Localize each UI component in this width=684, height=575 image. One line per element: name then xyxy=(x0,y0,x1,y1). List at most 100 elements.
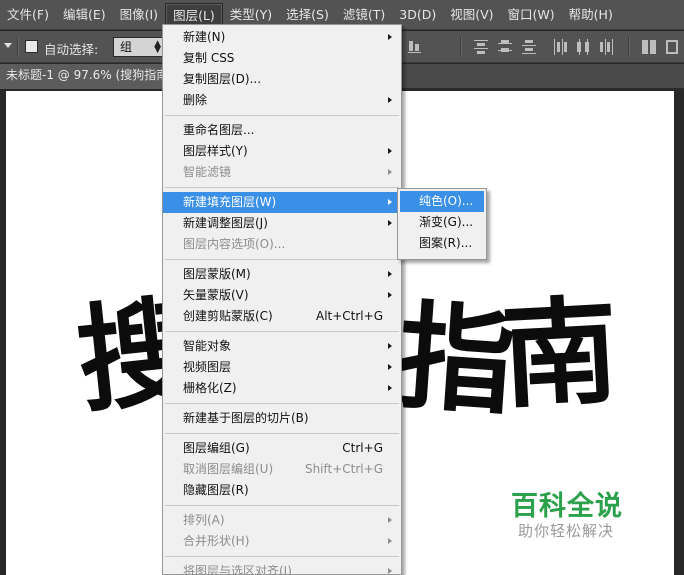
layer-menu-item: 取消图层编组(U) Shift+Ctrl+G xyxy=(163,459,401,480)
layer-menu-item-label: 智能滤镜 xyxy=(183,165,232,179)
menu-separator xyxy=(163,327,401,336)
layer-menu-item[interactable]: 新建(N) xyxy=(163,27,401,48)
layer-menu-item-label: 复制 CSS xyxy=(183,51,235,65)
options-separator xyxy=(17,37,18,57)
layer-menu-item-shortcut: Alt+Ctrl+G xyxy=(315,309,383,323)
submenu-arrow-icon xyxy=(388,364,392,370)
layer-menu-item-shortcut: Ctrl+G xyxy=(342,441,383,455)
layer-menu-item[interactable]: 视频图层 xyxy=(163,357,401,378)
menu-filter[interactable]: 滤镜(T) xyxy=(336,3,392,27)
layer-menu-item-label: 图层样式(Y) xyxy=(183,144,248,158)
layer-menu-item[interactable]: 新建填充图层(W) xyxy=(163,192,401,213)
menu-type[interactable]: 类型(Y) xyxy=(223,3,279,27)
submenu-arrow-icon xyxy=(388,169,392,175)
distribute-vcenter-icon[interactable] xyxy=(498,39,512,55)
layer-menu-item[interactable]: 栅格化(Z) xyxy=(163,378,401,399)
tool-preset-dropdown-icon[interactable] xyxy=(4,43,12,48)
auto-select-target-select[interactable]: 组 ▲ ▼ xyxy=(113,37,165,57)
auto-select-checkbox[interactable] xyxy=(25,40,38,53)
transform-controls-icon[interactable] xyxy=(666,39,680,55)
layer-menu-item: 将图层与选区对齐(I) xyxy=(163,561,401,575)
submenu-arrow-icon xyxy=(388,34,392,40)
canvas-char-nan: 南 xyxy=(498,284,622,425)
watermark-title: 百科全说 xyxy=(511,491,623,522)
options-separator xyxy=(460,37,461,57)
submenu-arrow-icon xyxy=(388,271,392,277)
menu-separator xyxy=(163,255,401,264)
menu-layer[interactable]: 图层(L) xyxy=(165,2,223,27)
layer-menu-item[interactable]: 图层编组(G) Ctrl+G xyxy=(163,438,401,459)
submenu-arrow-icon xyxy=(388,517,392,523)
align-bottom-icon[interactable] xyxy=(408,39,422,55)
layer-menu-item-label: 图层编组(G) xyxy=(183,441,250,455)
submenu-arrow-icon xyxy=(388,343,392,349)
auto-select-target-value: 组 xyxy=(120,40,133,54)
layer-menu-item[interactable]: 创建剪贴蒙版(C) Alt+Ctrl+G xyxy=(163,306,401,327)
layer-menu-item-label: 视频图层 xyxy=(183,360,232,374)
submenu-arrow-icon xyxy=(388,148,392,154)
fill-layer-submenu: 纯色(O)... 渐变(G)... 图案(R)... xyxy=(397,188,487,260)
menu-view[interactable]: 视图(V) xyxy=(443,3,500,27)
layer-menu-item: 图层内容选项(O)... xyxy=(163,234,401,255)
submenu-arrow-icon xyxy=(388,292,392,298)
menu-edit[interactable]: 编辑(E) xyxy=(56,3,113,27)
layer-menu-item[interactable]: 新建基于图层的切片(B) xyxy=(163,408,401,429)
auto-select-label: 自动选择: xyxy=(44,42,99,57)
menu-image[interactable]: 图像(I) xyxy=(113,3,165,27)
chevron-updown-icon: ▲ ▼ xyxy=(154,39,161,55)
layer-menu-item-label: 复制图层(D)... xyxy=(183,72,262,86)
layer-menu-item[interactable]: 复制图层(D)... xyxy=(163,69,401,90)
layer-menu-item-label: 新建基于图层的切片(B) xyxy=(183,411,309,425)
layer-menu-item-label: 栅格化(Z) xyxy=(183,381,237,395)
menu-help[interactable]: 帮助(H) xyxy=(562,3,620,27)
layer-menu-item[interactable]: 矢量蒙版(V) xyxy=(163,285,401,306)
options-separator xyxy=(628,37,629,57)
layer-menu-item-label: 合并形状(H) xyxy=(183,534,250,548)
layer-menu-item-shortcut: Shift+Ctrl+G xyxy=(304,462,383,476)
layer-menu-item-label: 新建调整图层(J) xyxy=(183,216,268,230)
layer-menu-item-label: 删除 xyxy=(183,93,208,107)
submenu-arrow-icon xyxy=(388,385,392,391)
menu-separator xyxy=(163,111,401,120)
layer-menu-item-label: 新建(N) xyxy=(183,30,226,44)
submenu-arrow-icon xyxy=(388,568,392,574)
layer-menu-item[interactable]: 图层样式(Y) xyxy=(163,141,401,162)
auto-align-layers-icon[interactable] xyxy=(642,39,656,55)
menu-select[interactable]: 选择(S) xyxy=(279,3,336,27)
distribute-left-icon[interactable] xyxy=(553,39,567,55)
layer-menu-item[interactable]: 重命名图层... xyxy=(163,120,401,141)
layer-menu-item-label: 矢量蒙版(V) xyxy=(183,288,249,302)
layer-menu: 新建(N) 复制 CSS 复制图层(D)... 删除重命名图层... 图层样式(Y) 智能… xyxy=(162,24,402,575)
layer-menu-item[interactable]: 删除 xyxy=(163,90,401,111)
layer-menu-item[interactable]: 智能对象 xyxy=(163,336,401,357)
layer-menu-item[interactable]: 复制 CSS xyxy=(163,48,401,69)
menu-file[interactable]: 文件(F) xyxy=(0,3,56,27)
fill-layer-submenu-item[interactable]: 渐变(G)... xyxy=(400,212,484,233)
menu-separator xyxy=(163,183,401,192)
layer-menu-item-label: 图层内容选项(O)... xyxy=(183,237,286,251)
menu-3d[interactable]: 3D(D) xyxy=(392,3,443,27)
distribute-top-icon[interactable] xyxy=(474,39,488,55)
menu-separator xyxy=(163,429,401,438)
fill-layer-submenu-item[interactable]: 图案(R)... xyxy=(400,233,484,254)
distribute-hcenter-icon[interactable] xyxy=(576,39,590,55)
distribute-right-icon[interactable] xyxy=(600,39,614,55)
layer-menu-item-label: 创建剪贴蒙版(C) xyxy=(183,309,273,323)
document-tab[interactable]: 未标题-1 @ 97.6% (搜狗指南 xyxy=(0,64,175,89)
submenu-arrow-icon xyxy=(388,220,392,226)
layer-menu-item-label: 智能对象 xyxy=(183,339,232,353)
fill-layer-submenu-item[interactable]: 纯色(O)... xyxy=(400,191,484,212)
watermark-subtitle: 助你轻松解决 xyxy=(518,522,615,540)
layer-menu-item[interactable]: 图层蒙版(M) xyxy=(163,264,401,285)
layer-menu-item-label: 排列(A) xyxy=(183,513,225,527)
submenu-arrow-icon xyxy=(388,538,392,544)
menu-window[interactable]: 窗口(W) xyxy=(501,3,562,27)
layer-menu-item-label: 图层蒙版(M) xyxy=(183,267,251,281)
menu-separator xyxy=(163,552,401,561)
submenu-arrow-icon xyxy=(388,97,392,103)
menu-separator xyxy=(163,399,401,408)
layer-menu-item-label: 取消图层编组(U) xyxy=(183,462,274,476)
layer-menu-item[interactable]: 新建调整图层(J) xyxy=(163,213,401,234)
layer-menu-item[interactable]: 隐藏图层(R) xyxy=(163,480,401,501)
distribute-bottom-icon[interactable] xyxy=(522,39,536,55)
